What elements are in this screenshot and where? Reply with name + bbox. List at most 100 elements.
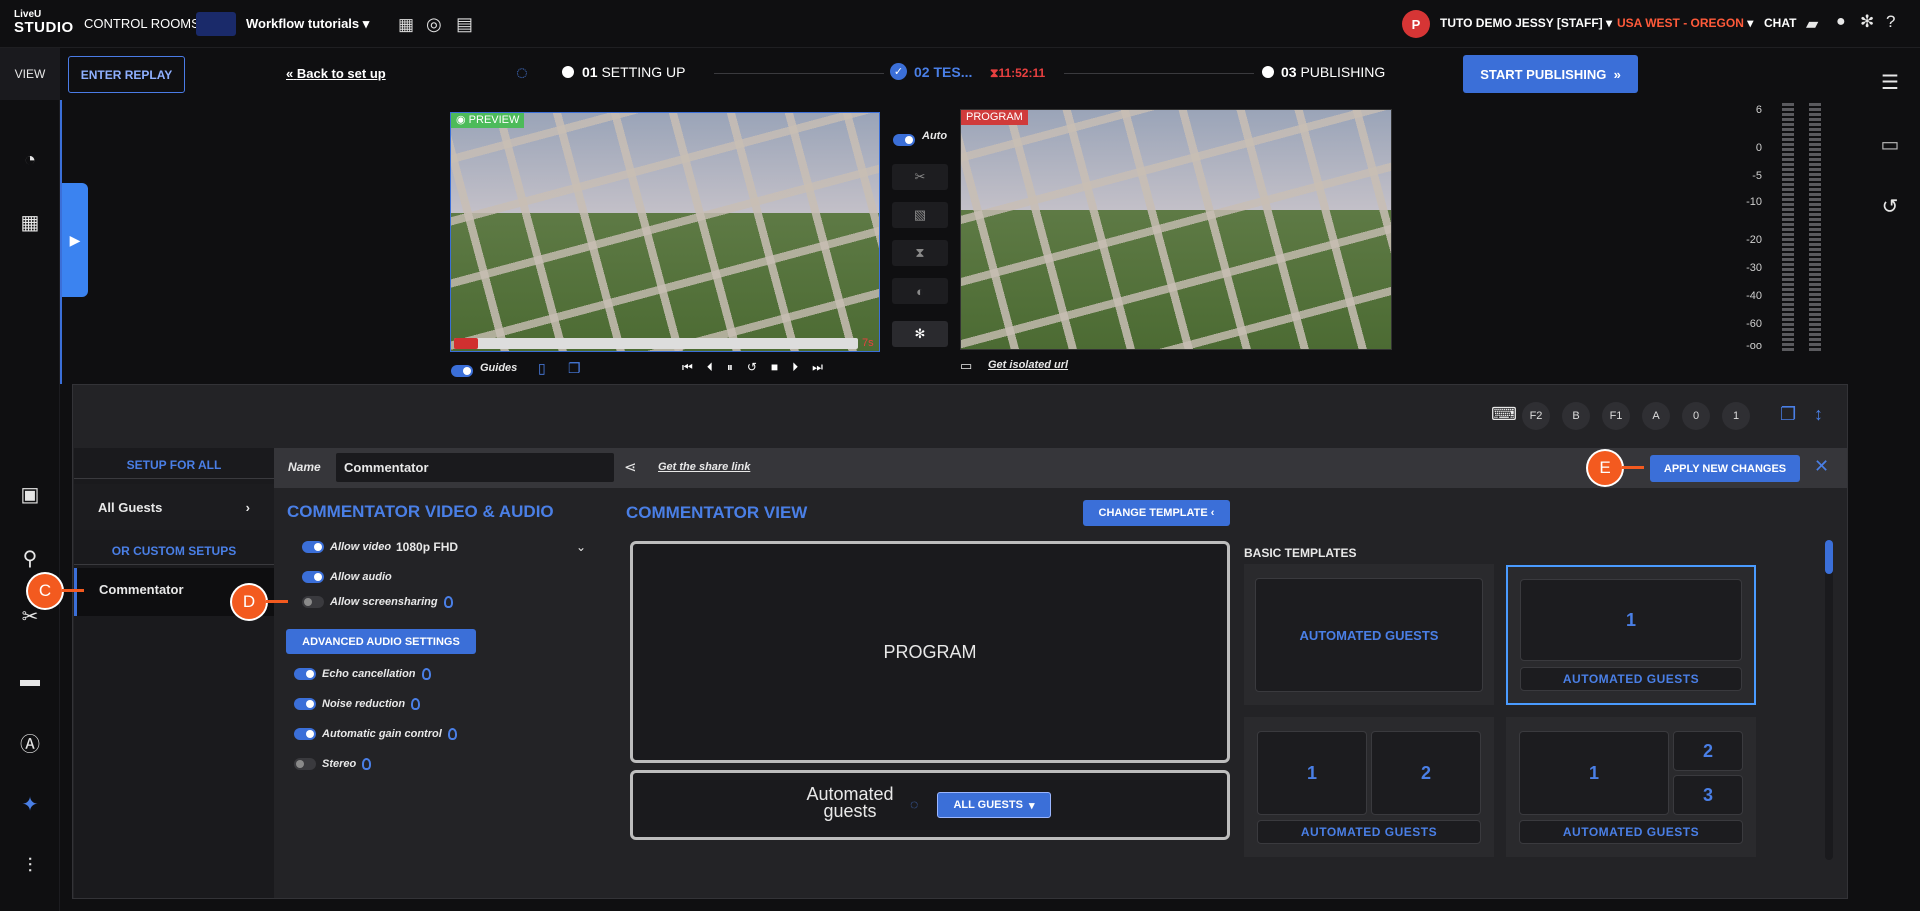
- meter-scale-label: -oo: [1746, 340, 1762, 352]
- undo-history-icon[interactable]: ↺: [1874, 190, 1906, 222]
- chat-bubble-icon[interactable]: ▰: [1806, 14, 1818, 34]
- user-icon[interactable]: ●: [1836, 13, 1846, 31]
- skip-end-icon[interactable]: ⏭: [812, 360, 837, 374]
- workflow-selector[interactable]: Workflow tutorials ▾: [246, 16, 369, 32]
- step-setting-up[interactable]: 01 SETTING UP: [582, 64, 685, 80]
- change-template-button[interactable]: CHANGE TEMPLATE ‹: [1083, 500, 1230, 526]
- stereo-switch[interactable]: [294, 758, 316, 770]
- template-one-plus-two[interactable]: 1 2 3 AUTOMATED GUESTS: [1506, 717, 1756, 857]
- user-menu[interactable]: TUTO DEMO JESSY [STAFF] ▾: [1440, 16, 1612, 30]
- template-two-up[interactable]: 1 2 AUTOMATED GUESTS: [1244, 717, 1494, 857]
- transition-wipe-icon[interactable]: ▧: [892, 202, 948, 228]
- layout-icon[interactable]: ▤: [456, 14, 473, 35]
- lightbulb-icon[interactable]: [362, 758, 372, 770]
- program-label: PROGRAM: [961, 110, 1028, 125]
- auto-switch[interactable]: [893, 133, 915, 146]
- video-tv-icon[interactable]: ▭: [1874, 128, 1906, 160]
- broadcast-icon[interactable]: ⚲: [14, 542, 46, 574]
- enter-replay-button[interactable]: ENTER REPLAY: [68, 56, 185, 93]
- audio-meter-left: [1782, 103, 1794, 353]
- list-panel-icon[interactable]: ☰: [1874, 66, 1906, 98]
- avatar[interactable]: P: [1402, 10, 1430, 38]
- mobile-icon[interactable]: ▯: [538, 360, 546, 377]
- copy-panel-icon[interactable]: ❐: [1780, 404, 1796, 425]
- shortcut-key[interactable]: B: [1562, 402, 1590, 430]
- liveu-studio-logo[interactable]: LiveU STUDIO: [14, 10, 73, 40]
- share-icon[interactable]: ⋖: [624, 458, 637, 476]
- resolution-dropdown-chevron-icon[interactable]: ⌄: [576, 540, 586, 554]
- lightbulb-icon[interactable]: [411, 698, 421, 710]
- calendar-icon[interactable]: ▦: [398, 15, 414, 35]
- expand-panel-tab[interactable]: ▶: [62, 183, 88, 297]
- help-lifebuoy-icon[interactable]: ◎: [426, 14, 442, 35]
- resize-vertical-icon[interactable]: ↕: [1814, 404, 1823, 425]
- skip-start-icon[interactable]: ⏮: [682, 360, 707, 374]
- sidebar-item-all-guests[interactable]: All Guests ›: [74, 484, 274, 530]
- shortcut-key[interactable]: 1: [1722, 402, 1750, 430]
- region-selector[interactable]: USA WEST - OREGON ▾: [1617, 16, 1753, 30]
- control-rooms-link[interactable]: CONTROL ROOMS: [84, 16, 200, 31]
- back-to-setup-link[interactable]: « Back to set up: [286, 66, 386, 81]
- transition-hourglass-icon[interactable]: ⧗: [892, 240, 948, 266]
- shortcut-key[interactable]: F1: [1602, 402, 1630, 430]
- message-icon[interactable]: ▬: [14, 664, 46, 696]
- pause-icon[interactable]: ⏸: [727, 360, 747, 374]
- dashboard-gauge-icon[interactable]: ◔: [14, 144, 46, 176]
- all-guests-dropdown[interactable]: ALL GUESTS ▾: [937, 792, 1051, 818]
- keyboard-icon[interactable]: ⌨: [1491, 404, 1517, 425]
- gear-icon[interactable]: ✻: [1860, 12, 1874, 32]
- playback-controls: ⏮⏴⏸↺■⏵⏭: [682, 360, 837, 375]
- lightbulb-icon[interactable]: ◌: [910, 796, 918, 812]
- lightbulb-icon[interactable]: ◌: [516, 62, 528, 85]
- media-image-icon[interactable]: ▣: [14, 478, 46, 510]
- template-single[interactable]: 1 AUTOMATED GUESTS: [1506, 565, 1756, 705]
- step-testing[interactable]: 02 TES...: [914, 64, 972, 80]
- template-automated[interactable]: AUTOMATED GUESTS: [1244, 564, 1494, 705]
- allow-video-switch[interactable]: [302, 541, 324, 553]
- get-isolated-url-link[interactable]: Get isolated url: [988, 359, 1068, 371]
- guides-switch[interactable]: [451, 364, 473, 377]
- shortcut-key[interactable]: F2: [1522, 402, 1550, 430]
- copy-layers-icon[interactable]: ❐: [568, 360, 581, 377]
- guides-toggle[interactable]: [451, 362, 473, 377]
- view-tab[interactable]: VIEW: [0, 48, 60, 100]
- preview-progress-track[interactable]: [454, 338, 858, 349]
- automatic-gain-control-switch[interactable]: [294, 728, 316, 740]
- mixer-sliders-icon[interactable]: ⫶: [14, 850, 46, 882]
- get-share-link[interactable]: Get the share link: [658, 461, 750, 473]
- text-overlay-icon[interactable]: Ⓐ: [14, 726, 46, 758]
- view-guests-slot[interactable]: [630, 770, 1230, 840]
- shortcut-key[interactable]: A: [1642, 402, 1670, 430]
- next-frame-icon[interactable]: ⏵: [792, 360, 812, 374]
- transition-settings-gear-icon[interactable]: ✻: [892, 321, 948, 347]
- scrollbar-thumb[interactable]: [1825, 540, 1833, 574]
- chat-link[interactable]: CHAT: [1764, 16, 1796, 30]
- replay-icon[interactable]: ↺: [747, 360, 771, 374]
- guests-icon[interactable]: ✦: [14, 788, 46, 820]
- advanced-audio-settings-button[interactable]: ADVANCED AUDIO SETTINGS: [286, 629, 476, 654]
- layout-grid-icon[interactable]: ▦: [14, 206, 46, 238]
- prev-frame-icon[interactable]: ⏴: [707, 360, 727, 374]
- start-publishing-button[interactable]: START PUBLISHING »: [1463, 55, 1638, 93]
- lightbulb-icon[interactable]: [421, 668, 431, 680]
- noise-reduction-switch[interactable]: [294, 698, 316, 710]
- echo-cancellation-switch[interactable]: [294, 668, 316, 680]
- shortcut-key[interactable]: 0: [1682, 402, 1710, 430]
- apply-new-changes-button[interactable]: APPLY NEW CHANGES: [1650, 455, 1800, 482]
- lightbulb-icon[interactable]: [443, 596, 453, 608]
- allow-audio-switch[interactable]: [302, 571, 324, 583]
- preview-video[interactable]: [450, 112, 880, 352]
- stop-icon[interactable]: ■: [771, 360, 792, 374]
- name-input[interactable]: Commentator: [336, 453, 614, 482]
- lightbulb-icon[interactable]: [447, 728, 457, 740]
- help-icon[interactable]: ?: [1886, 12, 1895, 32]
- view-program-slot[interactable]: PROGRAM: [630, 541, 1230, 763]
- templates-scrollbar[interactable]: [1825, 540, 1833, 860]
- transition-mix-icon[interactable]: ◐: [892, 278, 948, 304]
- transition-cut-icon[interactable]: ✂: [892, 164, 948, 190]
- auto-toggle[interactable]: [893, 131, 915, 146]
- template-cell: 2: [1371, 731, 1481, 815]
- close-icon[interactable]: ✕: [1814, 456, 1829, 477]
- allow-screensharing-switch[interactable]: [302, 596, 324, 608]
- step-publishing[interactable]: 03 PUBLISHING: [1281, 64, 1385, 80]
